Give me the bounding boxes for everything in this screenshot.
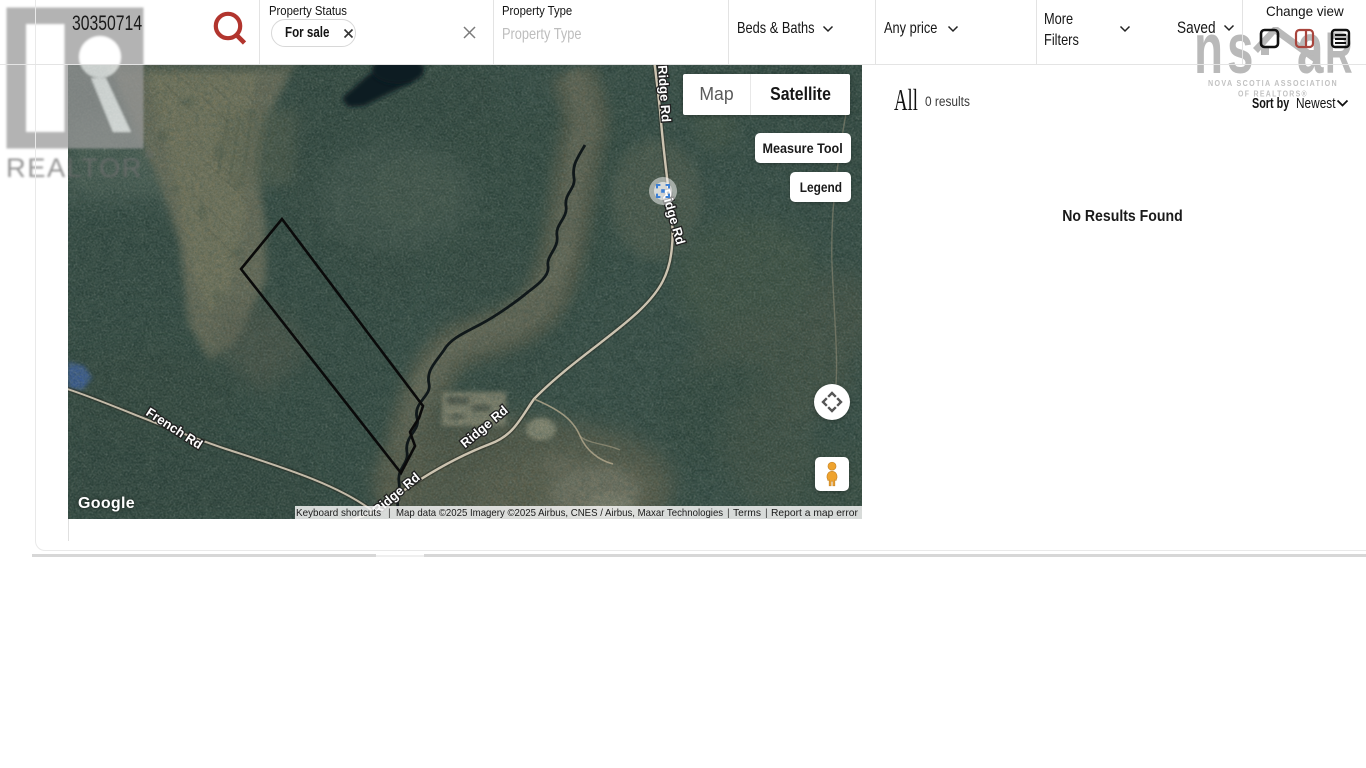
svg-text:NOVA SCOTIA ASSOCIATION: NOVA SCOTIA ASSOCIATION (1208, 79, 1338, 88)
svg-text:REALTOR: REALTOR (6, 153, 143, 183)
